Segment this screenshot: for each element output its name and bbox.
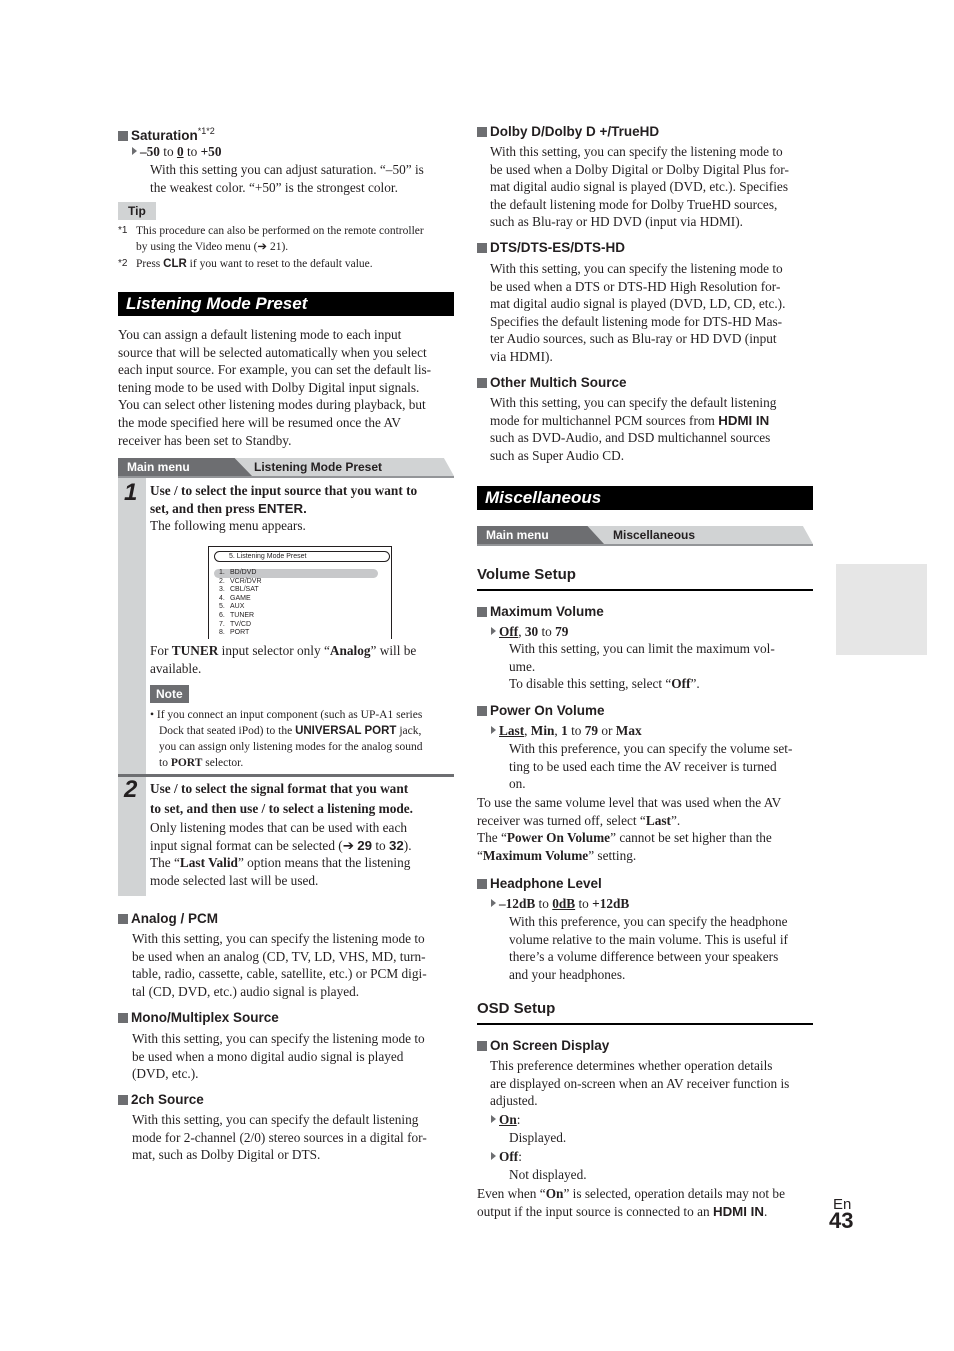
power-on-volume-description: With this preference, you can specify th… [509,741,793,792]
osd-menu-item: 2. VCR/DVR [219,577,262,585]
dts-heading: DTS/DTS-ES/DTS-HD [477,239,625,256]
power-on-volume-options: Last, Min, 1 to 79 or Max [491,722,642,740]
note-label: Note [150,685,189,703]
saturation-range: –50 to 0 to +50 [132,143,221,161]
dts-description: With this setting, you can specify the l… [490,261,786,364]
square-bullet-icon [477,127,487,137]
power-on-volume-notes: To use the same volume level that was us… [477,795,782,863]
square-bullet-icon [477,706,487,716]
volume-setup-heading: Volume Setup [477,565,813,591]
footnote-2: *2 Press CLR if you want to reset to the… [118,258,373,270]
triangle-bullet-icon [491,627,496,635]
page-number: 43 [829,1208,854,1233]
chapter-tab [836,564,927,655]
tip-label: Tip [118,202,156,220]
breadcrumb-current: Listening Mode Preset [254,460,383,474]
headphone-level-range: –12dB to 0dB to +12dB [491,895,629,913]
step-sidebar [118,478,146,896]
osd-menu-item: 8. PORT [219,629,250,637]
breadcrumb-main-menu: Main menu [118,458,252,476]
headphone-level-heading: Headphone Level [477,875,602,892]
breadcrumb-listening-mode: Main menu Listening Mode Preset [118,458,454,478]
listening-mode-intro: You can assign a default listening mode … [118,327,432,448]
osd-menu-title: 5. Listening Mode Preset [214,551,390,562]
headphone-level-description: With this preference, you can specify th… [509,914,788,982]
square-bullet-icon [477,607,487,617]
step-2-instruction: Use / to select the signal format that y… [150,781,413,888]
square-bullet-icon [118,1095,128,1105]
osd-menu-item: 4. GAME [219,594,251,602]
step-number-1: 1 [124,479,138,506]
2ch-source-heading: 2ch Source [118,1091,204,1108]
osd-option-on: On: [491,1111,520,1129]
osd-menu-item: 5. AUX [219,603,245,611]
note-text: • If you connect an input component (suc… [150,709,423,769]
square-bullet-icon [477,378,487,388]
on-screen-display-description: This preference determines whether opera… [490,1058,790,1109]
triangle-bullet-icon [491,899,496,907]
analog-pcm-heading: Analog / PCM [118,910,218,927]
breadcrumb-main-menu: Main menu [477,526,604,544]
square-bullet-icon [477,879,487,889]
square-bullet-icon [118,1013,128,1023]
saturation-heading: Saturation*1*2 [118,123,215,144]
osd-menu-item: 1. BD/DVD [219,569,257,576]
maximum-volume-description: With this setting, you can limit the max… [509,641,775,692]
triangle-bullet-icon [491,1115,496,1123]
other-multich-description: With this setting, you can specify the d… [490,395,777,463]
tuner-note: For TUNER input selector only “Analog” w… [150,643,417,676]
footnote-1: *1 This procedure can also be performed … [118,225,424,253]
osd-menu-item: 3. CBL/SAT [219,586,259,594]
maximum-volume-options: Off, 30 to 79 [491,623,568,641]
square-bullet-icon [118,131,128,141]
analog-pcm-description: With this setting, you can specify the l… [132,931,427,999]
square-bullet-icon [477,1041,487,1051]
osd-option-off: Off: [491,1148,522,1166]
osd-menu-item: 6. TUNER [219,611,255,619]
osd-menu-item: 7. TV/CD [219,620,251,628]
on-screen-display-heading: On Screen Display [477,1037,609,1054]
osd-option-on-desc: Displayed. [509,1130,567,1145]
osd-menu-screenshot: 5. Listening Mode Preset 1. BD/DVD 2. VCR/… [208,546,392,639]
step-number-2: 2 [124,776,138,803]
section-title-miscellaneous: Miscellaneous [477,486,813,510]
osd-setup-heading: OSD Setup [477,999,813,1025]
osd-hdmi-note: Even when “On” is selected, operation de… [477,1186,785,1219]
mono-multiplex-heading: Mono/Multiplex Source [118,1009,279,1026]
triangle-bullet-icon [132,147,137,155]
mono-multiplex-description: With this setting, you can specify the l… [132,1031,425,1082]
osd-option-off-desc: Not displayed. [509,1167,587,1182]
triangle-bullet-icon [491,1152,496,1160]
power-on-volume-heading: Power On Volume [477,702,605,719]
step-divider [118,774,454,777]
dolby-description: With this setting, you can specify the l… [490,144,789,230]
step-1-instruction: Use / to select the input source that yo… [150,483,418,534]
square-bullet-icon [118,914,128,924]
dolby-heading: Dolby D/Dolby D +/TrueHD [477,123,659,140]
square-bullet-icon [477,243,487,253]
section-title-listening-mode-preset: Listening Mode Preset [118,292,454,316]
2ch-source-description: With this setting, you can specify the d… [132,1112,427,1163]
other-multich-heading: Other Multich Source [477,374,627,391]
breadcrumb-current: Miscellaneous [613,528,696,542]
saturation-description: With this setting you can adjust saturat… [150,162,424,195]
maximum-volume-heading: Maximum Volume [477,603,604,620]
breadcrumb-miscellaneous: Main menu Miscellaneous [477,526,813,546]
triangle-bullet-icon [491,726,496,734]
